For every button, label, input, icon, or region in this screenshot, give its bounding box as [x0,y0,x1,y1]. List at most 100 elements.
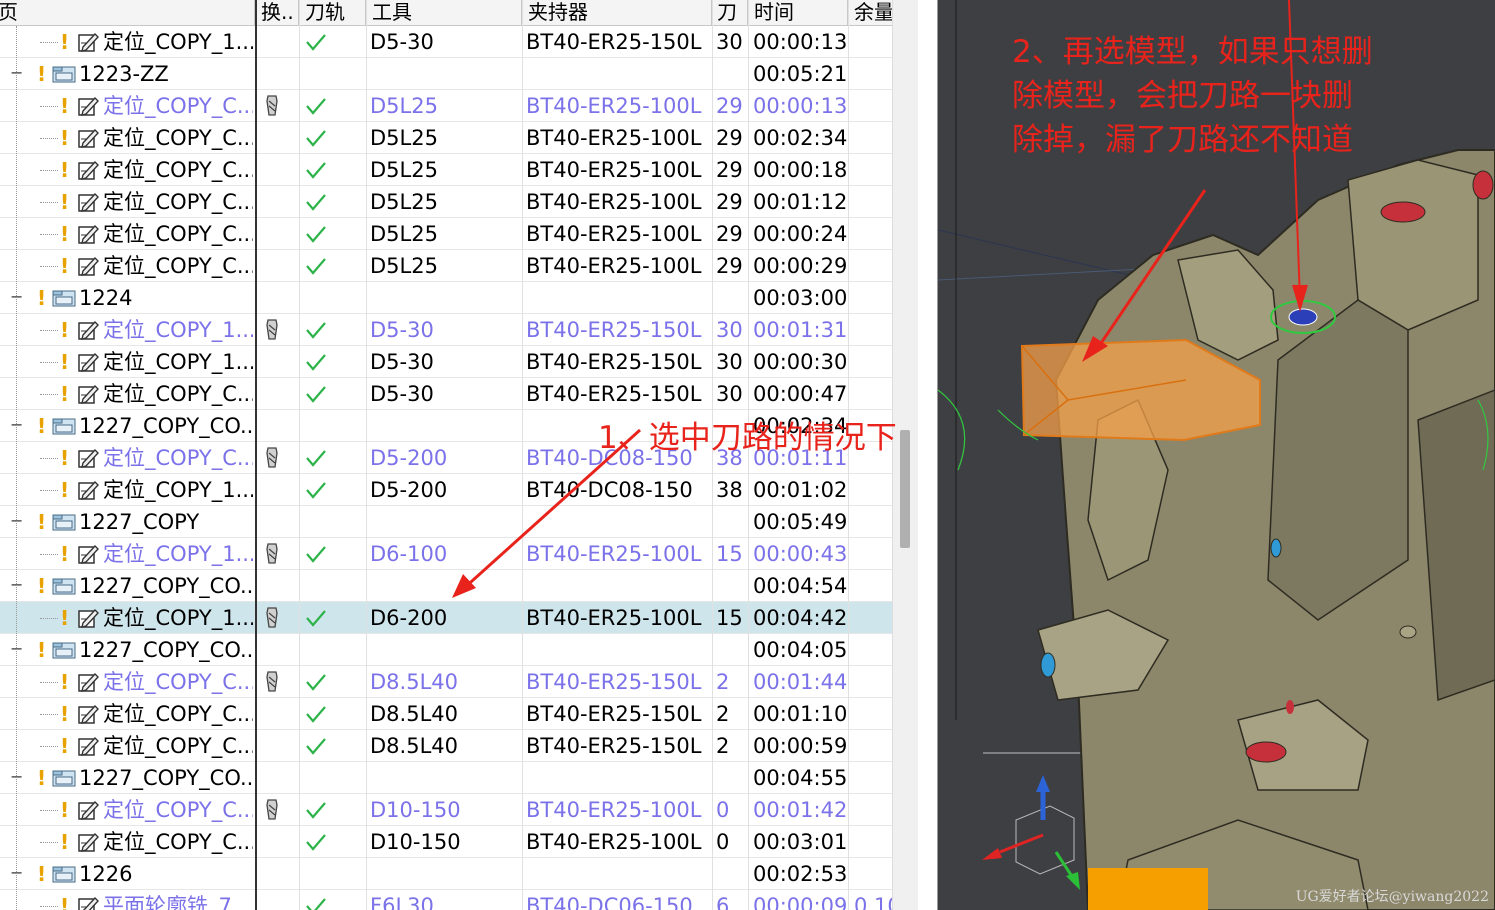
operation-row[interactable]: ! 定位_COPY_1... D5-30 BT40-ER25-150L 30 00:01:… [0,314,892,346]
group-name[interactable]: 1224 [79,282,254,314]
tool-name: D5-30 [370,30,434,54]
program-group-folder-icon [52,642,76,659]
toolpath-ok-check-icon [306,226,326,243]
operation-name[interactable]: 定位_COPY_C... [103,666,253,698]
tool-name: D5-200 [370,478,448,502]
operation-row[interactable]: ! 定位_COPY_C... D5L25 BT40-ER25-100L 29 00:00:… [0,90,892,122]
warning-icon: ! [37,62,47,86]
operation-edit-icon [78,704,99,724]
operation-name[interactable]: 平面轮廓铣_7 [103,890,253,910]
group-name[interactable]: 1227_COPY_CO... [79,634,254,666]
part-model[interactable] [1037,149,1495,910]
operation-row[interactable]: ! 定位_COPY_1... D6-200 BT40-ER25-100L 15 00:04… [0,602,892,634]
operation-row[interactable]: ! 定位_COPY_1... D6-100 BT40-ER25-100L 15 00:00… [0,538,892,570]
operation-name[interactable]: 定位_COPY_C... [103,218,253,250]
operation-row[interactable]: ! 定位_COPY_C... D5-30 BT40-ER25-150L 30 00:00:… [0,378,892,410]
tool-name: D5L25 [370,158,438,182]
tree-connector [40,906,58,907]
operation-row[interactable]: ! 定位_COPY_C... D8.5L40 BT40-ER25-150L 2 00:01… [0,666,892,698]
tree-connector [40,842,58,843]
group-name[interactable]: 1227_COPY [79,506,254,538]
operation-row[interactable]: ! 定位_COPY_C... D5L25 BT40-ER25-100L 29 00:00:… [0,250,892,282]
operation-name[interactable]: 定位_COPY_1... [103,26,253,58]
operation-name[interactable]: 定位_COPY_1... [103,314,253,346]
header-stock[interactable]: 余量 [848,0,892,26]
group-row[interactable]: −! 1223-ZZ 00:05:21 [0,58,892,90]
header-tool-number[interactable]: 刀 [712,0,748,26]
operation-name[interactable]: 定位_COPY_C... [103,730,253,762]
operation-name[interactable]: 定位_COPY_C... [103,794,253,826]
tree-connector [40,106,58,107]
operation-name[interactable]: 定位_COPY_C... [103,122,253,154]
header-holder[interactable]: 夹持器 [522,0,712,26]
operation-name[interactable]: 定位_COPY_C... [103,90,253,122]
group-name[interactable]: 1227_COPY_CO... [79,570,254,602]
header-name[interactable]: 页 [0,0,255,26]
tool-number: 15 [716,542,743,566]
operation-name[interactable]: 定位_COPY_1... [103,602,253,634]
header-time[interactable]: 时间 [748,0,848,26]
operation-name[interactable]: 定位_COPY_C... [103,442,253,474]
operation-name[interactable]: 定位_COPY_C... [103,154,253,186]
tree-connector [40,682,58,683]
operation-row[interactable]: ! 定位_COPY_C... D8.5L40 BT40-ER25-150L 2 00:01… [0,698,892,730]
group-row[interactable]: −! 1227_COPY_CO... 00:04:55 [0,762,892,794]
operation-name[interactable]: 定位_COPY_C... [103,826,253,858]
operation-edit-icon [78,256,99,276]
operation-row[interactable]: ! 定位_COPY_1... D5-200 BT40-DC08-150 38 00:01:… [0,474,892,506]
operation-name[interactable]: 定位_COPY_C... [103,698,253,730]
group-row[interactable]: −! 1226 00:02:53 [0,858,892,890]
operation-name[interactable]: 定位_COPY_1... [103,474,253,506]
tree-connector [40,42,58,43]
operation-name[interactable]: 定位_COPY_1... [103,346,253,378]
operation-row[interactable]: ! 定位_COPY_C... D5L25 BT40-ER25-100L 29 00:01:… [0,186,892,218]
tree-connector [40,234,58,235]
tree-connector [40,138,58,139]
operation-name[interactable]: 定位_COPY_C... [103,250,253,282]
warning-icon: ! [60,894,70,910]
tool-name: D5L25 [370,126,438,150]
program-group-folder-icon [52,770,76,787]
operation-name[interactable]: 定位_COPY_C... [103,378,253,410]
group-name[interactable]: 1223-ZZ [79,58,254,90]
tool-number: 29 [716,126,743,150]
group-name[interactable]: 1226 [79,858,254,890]
operation-row[interactable]: ! 定位_COPY_C... D5L25 BT40-ER25-100L 29 00:00:… [0,218,892,250]
operation-row[interactable]: ! 定位_COPY_C... D8.5L40 BT40-ER25-150L 2 00:00… [0,730,892,762]
header-tool[interactable]: 工具 [366,0,522,26]
tool-name: D10-150 [370,798,461,822]
operation-edit-icon [78,896,99,910]
header-toolpath[interactable]: 刀轨 [299,0,366,26]
operation-time: 00:03:01 [753,830,848,854]
toolpath-ok-check-icon [306,322,326,339]
operation-row[interactable]: ! 定位_COPY_C... D10-150 BT40-ER25-100L 0 00:03… [0,826,892,858]
operation-row[interactable]: ! 定位_COPY_1... D5-30 BT40-ER25-150L 30 00:00:… [0,26,892,58]
operation-time: 00:00:13 [753,30,848,54]
operation-row[interactable]: ! 定位_COPY_C... D10-150 BT40-ER25-100L 0 00:01… [0,794,892,826]
group-row[interactable]: −! 1227_COPY 00:05:49 [0,506,892,538]
group-row[interactable]: −! 1227_COPY_CO... 00:04:05 [0,634,892,666]
operation-time: 00:00:18 [753,158,848,182]
operation-time: 00:04:42 [753,606,848,630]
warning-icon: ! [60,734,70,758]
header-toolchange[interactable]: 换.. [255,0,299,26]
tool-number: 30 [716,318,743,342]
operation-row[interactable]: ! 平面轮廓铣_7 F6L30 BT40-DC06-150 6 00:00:09 0.10 [0,890,894,910]
warning-icon: ! [60,222,70,246]
operation-name[interactable]: 定位_COPY_C... [103,186,253,218]
operation-row[interactable]: ! 定位_COPY_C... D5L25 BT40-ER25-100L 29 00:00:… [0,154,892,186]
operation-edit-icon [78,832,99,852]
operation-time: 00:01:02 [753,478,848,502]
warning-icon: ! [60,702,70,726]
tool-number: 30 [716,30,743,54]
operation-time: 00:01:31 [753,318,848,342]
scrollbar-thumb[interactable] [900,430,910,548]
operation-name[interactable]: 定位_COPY_1... [103,538,253,570]
operation-row[interactable]: ! 定位_COPY_C... D5L25 BT40-ER25-100L 29 00:02:… [0,122,892,154]
group-row[interactable]: −! 1224 00:03:00 [0,282,892,314]
operation-row[interactable]: ! 定位_COPY_1... D5-30 BT40-ER25-150L 30 00:00:… [0,346,892,378]
group-name[interactable]: 1227_COPY_CO... [79,410,254,442]
group-name[interactable]: 1227_COPY_CO... [79,762,254,794]
group-row[interactable]: −! 1227_COPY_CO... 00:04:54 [0,570,892,602]
pane-splitter[interactable] [918,0,938,910]
